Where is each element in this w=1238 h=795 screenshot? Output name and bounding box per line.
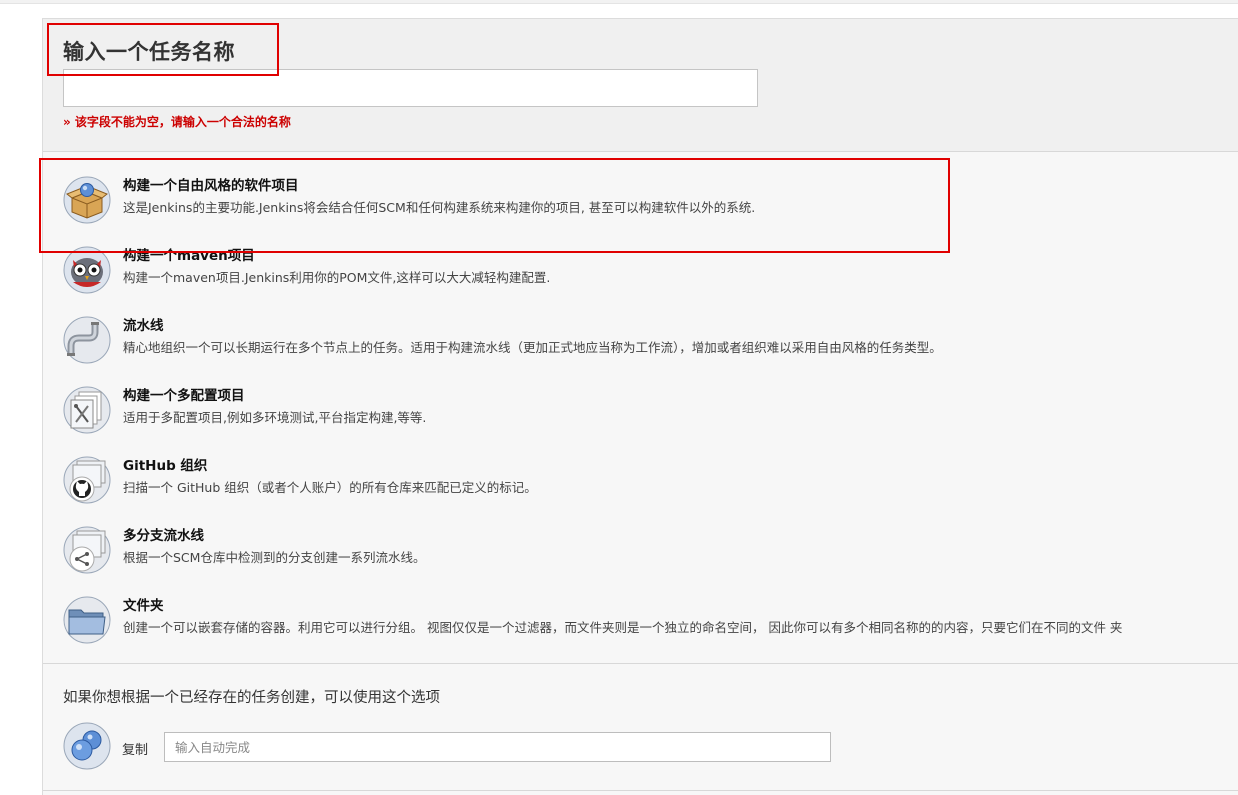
new-item-panel: 输入一个任务名称 » 该字段不能为空，请输入一个合法的名称 构建一个自由风格的软… [42,18,1238,795]
item-description: 适用于多配置项目,例如多环境测试,平台指定构建,等等. [123,410,427,425]
item-type-freestyle[interactable]: 构建一个自由风格的软件项目 这是Jenkins的主要功能.Jenkins将会结合… [63,174,1233,236]
item-description: 精心地组织一个可以长期运行在多个节点上的任务。适用于构建流水线（更加正式地应当称… [123,340,942,355]
item-type-folder[interactable]: 文件夹 创建一个可以嵌套存储的容器。利用它可以进行分组。 视图仅仅是一个过滤器，… [63,594,1233,656]
item-description: 创建一个可以嵌套存储的容器。利用它可以进行分组。 视图仅仅是一个过滤器，而文件夹… [123,620,1123,635]
item-description: 这是Jenkins的主要功能.Jenkins将会结合任何SCM和任何构建系统来构… [123,200,756,215]
item-name: 构建一个maven项目 [123,248,255,264]
item-name: 文件夹 [123,598,164,614]
item-name: 构建一个自由风格的软件项目 [123,178,299,194]
item-type-github-org[interactable]: GitHub 组织 扫描一个 GitHub 组织（或者个人账户）的所有仓库来匹配… [63,454,1233,516]
bottom-divider [43,790,1238,791]
page-title: 输入一个任务名称 [63,40,235,64]
item-name: GitHub 组织 [123,458,208,474]
copy-from-input[interactable] [164,732,831,762]
pipeline-icon [63,316,111,364]
item-type-maven[interactable]: 构建一个maven项目 构建一个maven项目.Jenkins利用你的POM文件… [63,244,1233,306]
item-name: 多分支流水线 [123,528,204,544]
item-name-input[interactable] [63,69,758,107]
item-name: 构建一个多配置项目 [123,388,245,404]
multibranch-icon [63,526,111,574]
validation-error: » 该字段不能为空，请输入一个合法的名称 [63,115,291,129]
copy-label: 复制 [122,743,149,758]
multi-config-icon [63,386,111,434]
copy-from-hint: 如果你想根据一个已经存在的任务创建，可以使用这个选项 [63,690,440,706]
folder-icon [63,596,111,644]
github-org-icon [63,456,111,504]
copy-icon [63,722,111,770]
item-description: 构建一个maven项目.Jenkins利用你的POM文件,这样可以大大减轻构建配… [123,270,551,285]
item-name: 流水线 [123,318,164,334]
section-divider [43,663,1238,664]
item-description: 根据一个SCM仓库中检测到的分支创建一系列流水线。 [123,550,426,565]
item-name-section: 输入一个任务名称 » 该字段不能为空，请输入一个合法的名称 [43,19,1238,152]
freestyle-box-icon [63,176,111,224]
item-description: 扫描一个 GitHub 组织（或者个人账户）的所有仓库来匹配已定义的标记。 [123,480,537,495]
maven-owl-icon [63,246,111,294]
item-type-multi-config[interactable]: 构建一个多配置项目 适用于多配置项目,例如多环境测试,平台指定构建,等等. [63,384,1233,446]
item-type-pipeline[interactable]: 流水线 精心地组织一个可以长期运行在多个节点上的任务。适用于构建流水线（更加正式… [63,314,1233,376]
item-type-multibranch[interactable]: 多分支流水线 根据一个SCM仓库中检测到的分支创建一系列流水线。 [63,524,1233,586]
top-border [0,0,1238,4]
